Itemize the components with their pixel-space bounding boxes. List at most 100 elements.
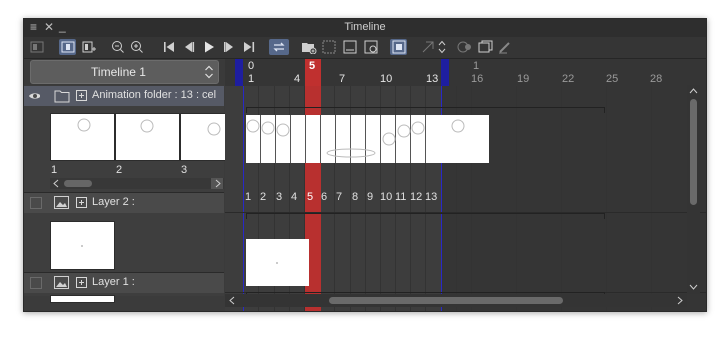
dot-icon <box>81 245 83 247</box>
camera-work-button[interactable] <box>419 39 436 55</box>
ruler-tick: 1 <box>248 73 255 85</box>
first-frame-button[interactable] <box>160 39 177 55</box>
cel-drawing-icon <box>77 118 91 132</box>
layer-panel: Animation folder : 13 : cel 1 2 3 Layer … <box>24 86 226 303</box>
window-title: Timeline <box>344 21 386 33</box>
frame-number: 6 <box>321 191 328 203</box>
play-icon <box>204 41 214 53</box>
loop-icon <box>273 42 285 52</box>
frame-number: 12 <box>410 191 423 203</box>
ruler-tick: 22 <box>562 73 575 85</box>
onion-skin-icon <box>61 41 74 53</box>
frame-ruler[interactable]: 0 5 1 1 4 7 10 13 16 19 22 25 28 <box>225 59 706 86</box>
cel-drawing-icon <box>140 119 154 133</box>
assign-cel-icon <box>343 40 356 54</box>
expand-icon <box>76 197 87 208</box>
start-marker-label: 0 <box>248 60 255 72</box>
layer-2-range-bar <box>246 213 605 219</box>
folder-range-bar <box>246 107 605 113</box>
ruler-tick: 16 <box>471 73 484 85</box>
new-timeline-button[interactable] <box>28 39 45 55</box>
cel-strip-drawing <box>246 115 465 163</box>
folder-cels-strip[interactable] <box>246 115 489 163</box>
layer-2-cel[interactable] <box>246 239 309 286</box>
up-down-icon <box>438 40 446 54</box>
cel-drawing-icon <box>207 122 221 136</box>
camera-work-icon <box>422 41 433 53</box>
frame-number: 1 <box>245 191 252 203</box>
timeline-window: ≡ ✕ _ Timeline Timeline 1 Animation fold… <box>23 18 707 312</box>
up-down-button[interactable] <box>436 39 448 55</box>
cel-scrollbar[interactable] <box>50 178 224 189</box>
scroll-thumb[interactable] <box>690 99 697 205</box>
vertical-scrollbar[interactable] <box>687 85 700 294</box>
zoom-in-button[interactable] <box>128 39 145 55</box>
zoom-out-icon <box>111 41 124 53</box>
zoom-in-icon <box>130 41 143 53</box>
new-cel-button[interactable] <box>80 39 97 55</box>
layer-cels-button[interactable] <box>476 39 493 55</box>
new-cel-specify-button[interactable] <box>320 39 337 55</box>
ruler-tick: 19 <box>517 73 530 85</box>
show-all-button[interactable] <box>456 39 473 55</box>
ruler-tick: 7 <box>339 73 346 85</box>
layer-name: Animation folder : 13 : cel <box>92 89 217 101</box>
onion-skin-button[interactable] <box>59 39 76 55</box>
toolbar <box>24 37 706 59</box>
visibility-checkbox[interactable] <box>30 277 42 289</box>
last-frame-button[interactable] <box>240 39 257 55</box>
new-timeline-icon <box>30 41 43 53</box>
chevron-right-icon <box>677 296 683 305</box>
chevron-left-icon <box>229 296 235 305</box>
horizontal-scrollbar[interactable] <box>225 294 687 307</box>
assign-cel-button[interactable] <box>341 39 358 55</box>
ruler-tick: 13 <box>426 73 439 85</box>
end-range-marker[interactable] <box>441 59 449 86</box>
new-animation-folder-button[interactable] <box>300 39 317 55</box>
frame-number: 8 <box>352 191 359 203</box>
new-cel-specify-icon <box>322 40 335 54</box>
expand-icon <box>76 277 87 288</box>
chevron-up-down-icon <box>205 65 213 79</box>
scroll-right-button[interactable] <box>211 178 223 189</box>
enable-onion-button[interactable] <box>390 39 407 55</box>
cel-thumbnail-1[interactable] <box>50 113 115 161</box>
zoom-out-button[interactable] <box>109 39 126 55</box>
chevron-right-icon <box>215 179 221 188</box>
new-animation-folder-icon <box>301 43 316 54</box>
visibility-checkbox[interactable] <box>30 197 42 209</box>
enable-onion-icon <box>392 40 405 54</box>
previous-frame-button[interactable] <box>180 39 197 55</box>
end-marker-label: 1 <box>473 60 480 72</box>
loop-button[interactable] <box>269 39 289 55</box>
frame-number: 9 <box>367 191 374 203</box>
raster-layer-icon <box>54 276 69 289</box>
frame-number: 5 <box>307 191 314 203</box>
scroll-thumb[interactable] <box>64 180 92 187</box>
layer-name: Layer 2 : <box>92 196 135 208</box>
scroll-thumb[interactable] <box>329 297 563 304</box>
layer-row-animation-folder[interactable]: Animation folder : 13 : cel <box>24 86 224 106</box>
ruler-tick: 10 <box>380 73 393 85</box>
timeline-area[interactable]: 0 5 1 1 4 7 10 13 16 19 22 25 28 1 2 3 4… <box>225 59 706 311</box>
light-table-button[interactable] <box>362 39 379 55</box>
dot-icon <box>276 262 278 264</box>
layer-row-layer-2[interactable]: Layer 2 : <box>24 193 224 213</box>
cel-thumbnail-3[interactable] <box>180 113 226 161</box>
timeline-dropdown-value: Timeline 1 <box>91 65 146 79</box>
start-range-marker[interactable] <box>235 59 243 86</box>
clear-button[interactable] <box>496 39 513 55</box>
folder-icon <box>54 90 70 103</box>
previous-frame-icon <box>184 42 194 52</box>
next-frame-button[interactable] <box>220 39 237 55</box>
cel-label: 1 <box>51 164 58 176</box>
frame-number: 11 <box>395 191 407 203</box>
frame-number: 7 <box>336 191 343 203</box>
chevron-left-icon <box>53 179 59 188</box>
first-frame-icon <box>163 42 174 52</box>
frame-number: 10 <box>380 191 393 203</box>
layer-row-layer-1[interactable]: Layer 1 : <box>24 273 224 293</box>
cel-thumbnail-2[interactable] <box>115 113 180 161</box>
timeline-dropdown[interactable]: Timeline 1 <box>30 60 219 84</box>
play-button[interactable] <box>200 39 217 55</box>
